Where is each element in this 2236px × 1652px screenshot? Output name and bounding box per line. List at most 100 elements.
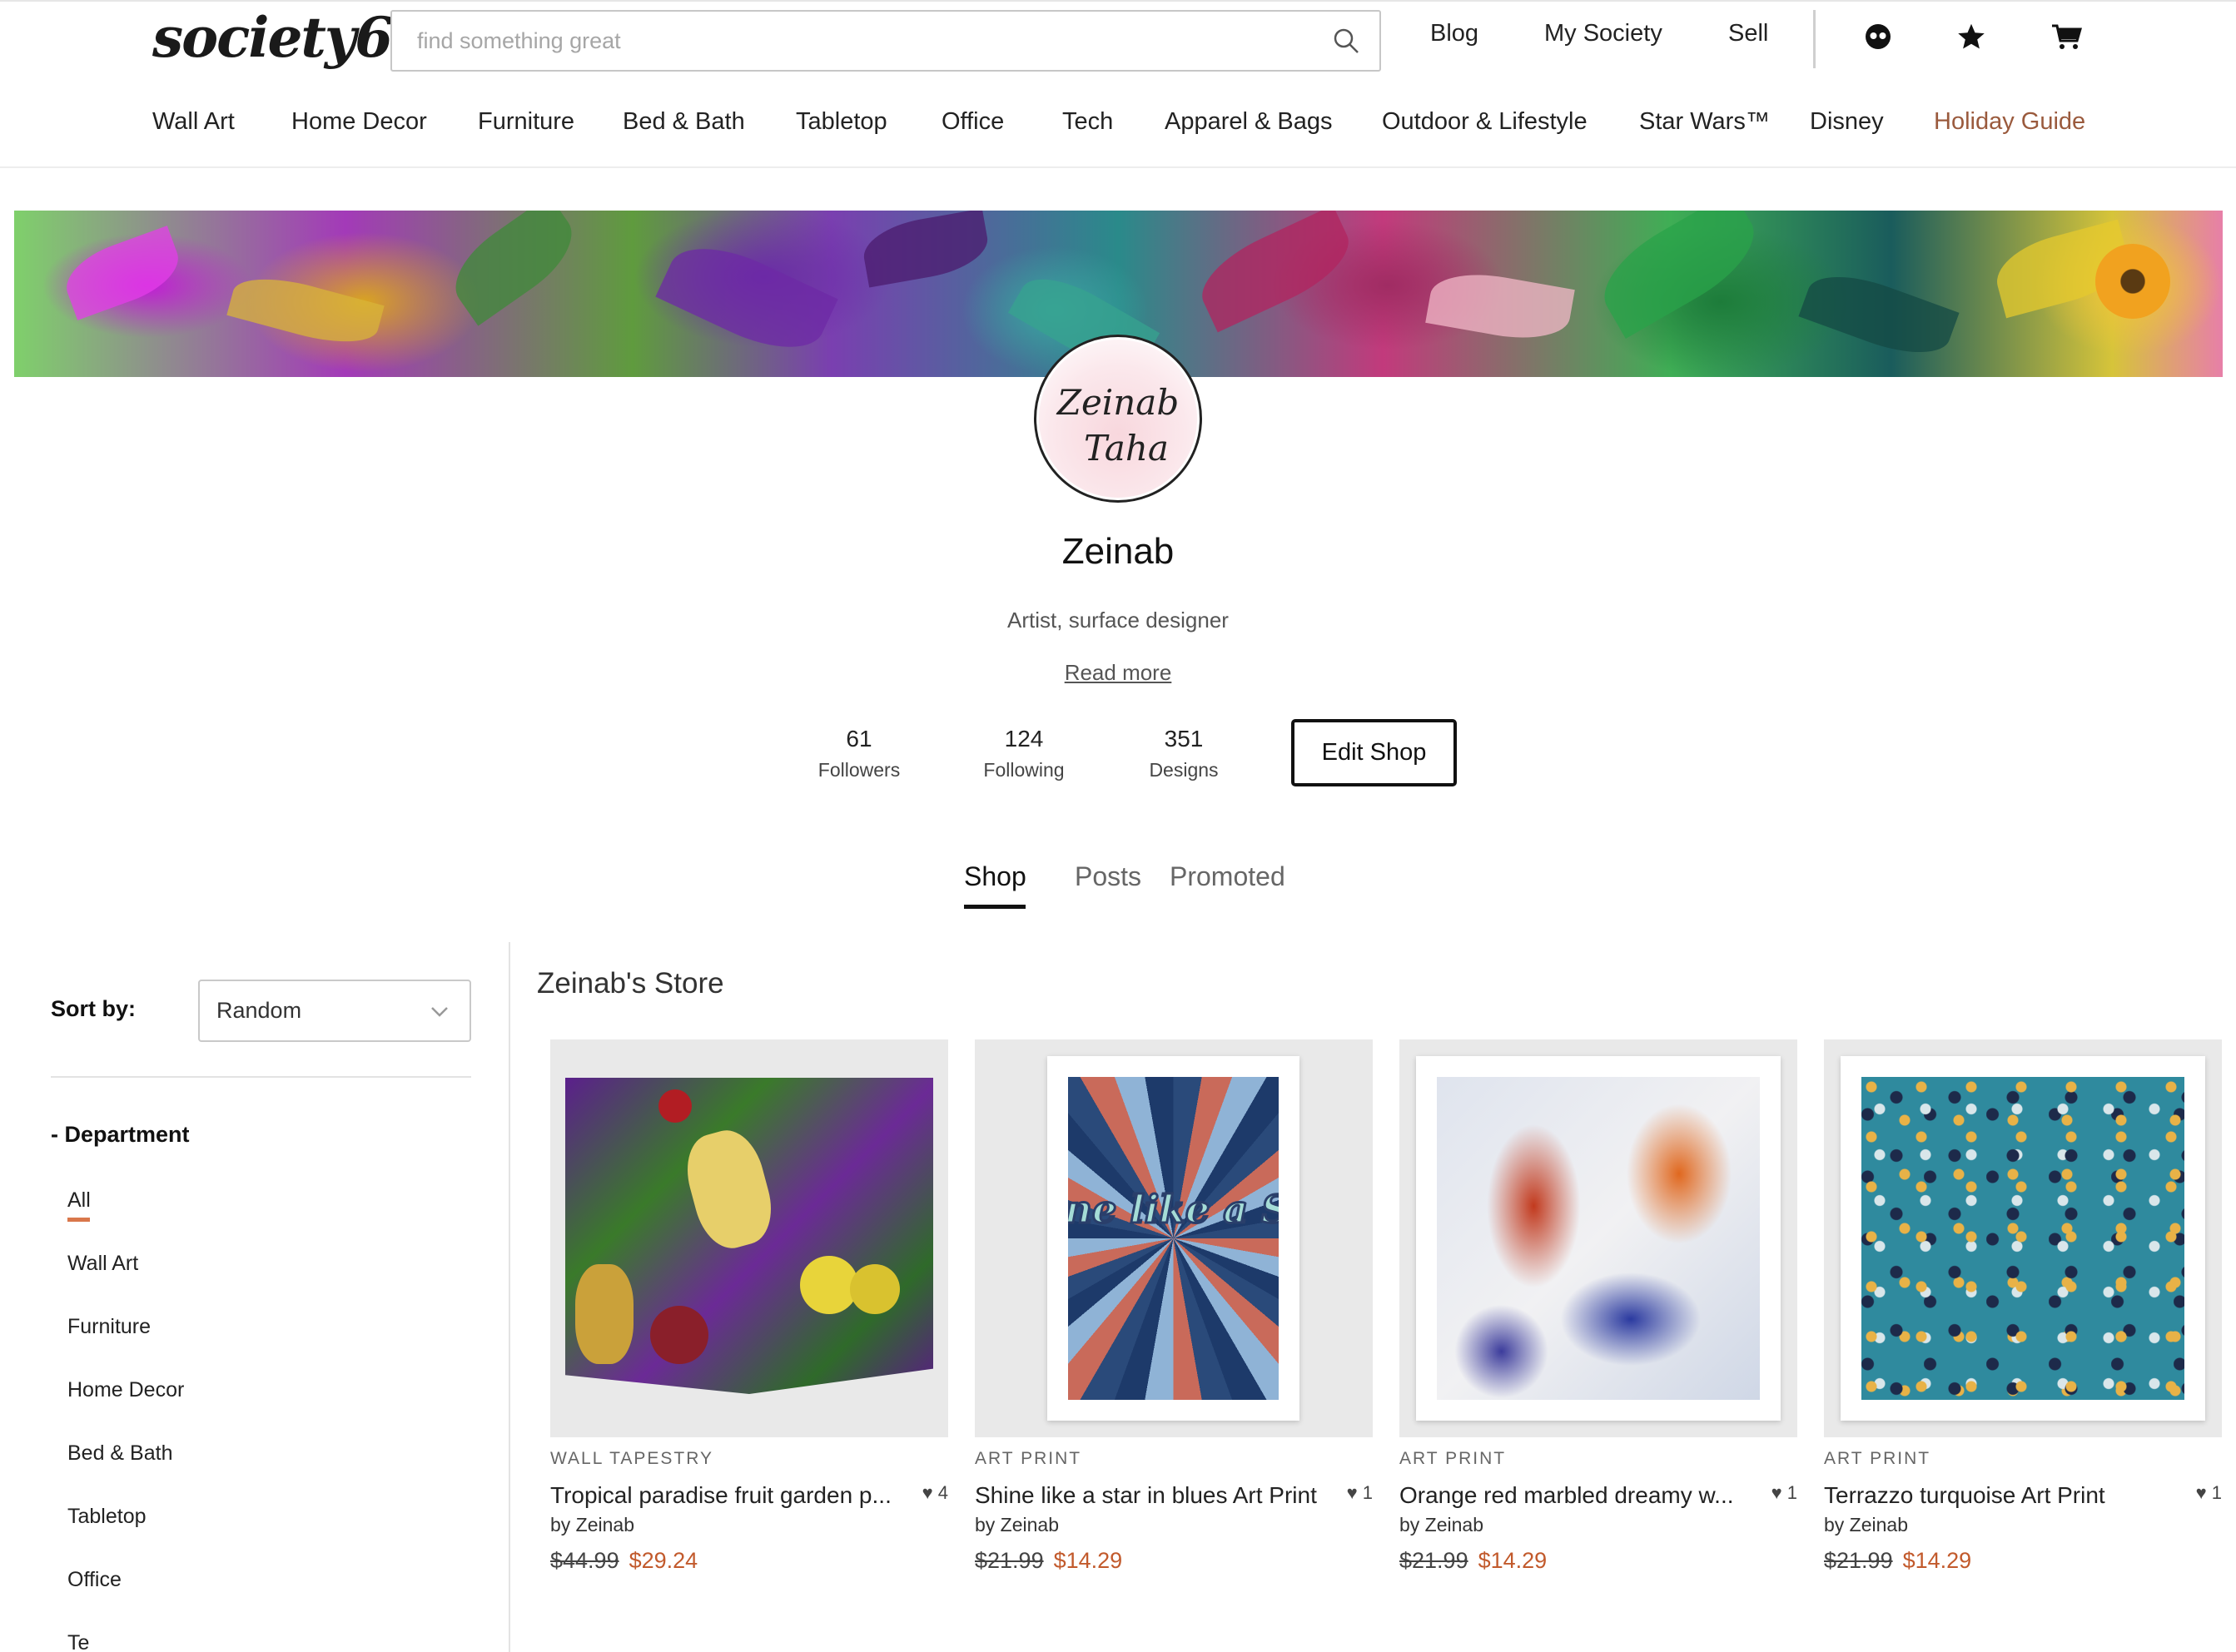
like-count-value: 1 bbox=[2211, 1482, 2222, 1503]
product-card[interactable]: WALL TAPESTRY Tropical paradise fruit ga… bbox=[550, 1039, 948, 1574]
like-count-value: 1 bbox=[1786, 1482, 1797, 1503]
product-category: ART PRINT bbox=[1399, 1449, 1507, 1468]
sort-select[interactable]: Random bbox=[198, 980, 471, 1042]
product-title[interactable]: Tropical paradise fruit garden p... bbox=[550, 1482, 892, 1509]
site-header: society6 Blog My Society Sell Wall Art H… bbox=[0, 0, 2236, 168]
stat-value: 61 bbox=[846, 726, 872, 752]
tab-shop[interactable]: Shop bbox=[964, 861, 1026, 892]
stat-value: 351 bbox=[1164, 726, 1204, 752]
product-artist[interactable]: by Zeinab bbox=[1824, 1514, 2222, 1536]
star-icon[interactable] bbox=[1955, 20, 1988, 53]
avatar-image: Zeinab Taha bbox=[1039, 340, 1197, 498]
product-title[interactable]: Terrazzo turquoise Art Print bbox=[1824, 1482, 2105, 1509]
product-title[interactable]: Orange red marbled dreamy w... bbox=[1399, 1482, 1734, 1509]
like-count[interactable]: ♥ 4 bbox=[922, 1482, 948, 1509]
nav-home-decor[interactable]: Home Decor bbox=[291, 108, 427, 136]
stat-label: Following bbox=[983, 759, 1065, 781]
product-image[interactable]: Shine like a Star bbox=[975, 1039, 1373, 1437]
nav-bed-bath[interactable]: Bed & Bath bbox=[623, 108, 745, 136]
original-price: $44.99 bbox=[550, 1548, 619, 1573]
nav-wall-art[interactable]: Wall Art bbox=[152, 108, 235, 136]
sell-link[interactable]: Sell bbox=[1728, 20, 1768, 47]
search-icon[interactable] bbox=[1313, 12, 1379, 70]
product-image[interactable] bbox=[1399, 1039, 1797, 1437]
sale-price: $14.29 bbox=[1478, 1548, 1548, 1573]
product-card[interactable]: ART PRINT Terrazzo turquoise Art Print ♥… bbox=[1824, 1039, 2222, 1574]
blog-link[interactable]: Blog bbox=[1430, 20, 1478, 47]
sale-price: $14.29 bbox=[1053, 1548, 1123, 1573]
nav-furniture[interactable]: Furniture bbox=[478, 108, 574, 136]
heart-icon: ♥ bbox=[1771, 1482, 1782, 1503]
nav-tech[interactable]: Tech bbox=[1062, 108, 1113, 136]
nav-outdoor-lifestyle[interactable]: Outdoor & Lifestyle bbox=[1382, 108, 1588, 136]
cart-icon[interactable] bbox=[2050, 20, 2083, 53]
department-item-wall-art[interactable]: Wall Art bbox=[67, 1252, 138, 1276]
tab-posts[interactable]: Posts bbox=[1075, 861, 1141, 892]
product-artist[interactable]: by Zeinab bbox=[975, 1514, 1373, 1536]
product-artist[interactable]: by Zeinab bbox=[550, 1514, 948, 1536]
sidebar-divider bbox=[509, 942, 510, 1652]
edit-shop-button[interactable]: Edit Shop bbox=[1291, 719, 1457, 786]
product-artist[interactable]: by Zeinab bbox=[1399, 1514, 1797, 1536]
stat-label: Designs bbox=[1149, 759, 1219, 781]
sidebar-separator bbox=[51, 1076, 471, 1078]
site-logo[interactable]: society6 bbox=[152, 5, 393, 70]
heart-icon: ♥ bbox=[922, 1482, 933, 1503]
original-price: $21.99 bbox=[1399, 1548, 1468, 1573]
department-item-home-decor[interactable]: Home Decor bbox=[67, 1378, 184, 1402]
department-item-tabletop[interactable]: Tabletop bbox=[67, 1505, 147, 1529]
nav-tabletop[interactable]: Tabletop bbox=[796, 108, 887, 136]
read-more-link[interactable]: Read more bbox=[1065, 660, 1172, 685]
product-card[interactable]: ART PRINT Orange red marbled dreamy w...… bbox=[1399, 1039, 1797, 1574]
store-title: Zeinab's Store bbox=[537, 967, 724, 1000]
tab-promoted[interactable]: Promoted bbox=[1170, 861, 1285, 892]
original-price: $21.99 bbox=[975, 1548, 1044, 1573]
avatar-text-1: Zeinab bbox=[1056, 382, 1179, 423]
nav-star-wars[interactable]: Star Wars™ bbox=[1639, 108, 1770, 136]
avatar-text-2: Taha bbox=[1084, 428, 1169, 469]
department-item-bed-bath[interactable]: Bed & Bath bbox=[67, 1441, 172, 1466]
stat-designs[interactable]: 351 Designs bbox=[1125, 726, 1242, 781]
product-image[interactable] bbox=[1824, 1039, 2222, 1437]
profile-name: Zeinab bbox=[1061, 531, 1175, 572]
sale-price: $14.29 bbox=[1902, 1548, 1972, 1573]
stat-following[interactable]: 124 Following bbox=[966, 726, 1082, 781]
product-card[interactable]: Shine like a Star ART PRINT Shine like a… bbox=[975, 1039, 1373, 1574]
nav-office[interactable]: Office bbox=[942, 108, 1004, 136]
product-category: ART PRINT bbox=[1824, 1449, 1931, 1468]
original-price: $21.99 bbox=[1824, 1548, 1893, 1573]
heart-icon: ♥ bbox=[2195, 1482, 2207, 1503]
profile-bio: Artist, surface designer bbox=[1007, 608, 1229, 633]
art-print-text: Shine like a Star bbox=[1068, 1187, 1279, 1232]
sale-price: $29.24 bbox=[629, 1548, 698, 1573]
department-item-furniture[interactable]: Furniture bbox=[67, 1315, 151, 1339]
stat-value: 124 bbox=[1004, 726, 1044, 752]
search-input[interactable] bbox=[392, 12, 1313, 70]
search-bar bbox=[390, 10, 1381, 72]
product-category: ART PRINT bbox=[975, 1449, 1082, 1468]
department-heading[interactable]: - Department bbox=[51, 1122, 190, 1148]
nav-holiday-guide[interactable]: Holiday Guide bbox=[1934, 108, 2085, 136]
nav-apparel-bags[interactable]: Apparel & Bags bbox=[1165, 108, 1333, 136]
read-more-wrap: Read more bbox=[0, 660, 2236, 686]
product-image[interactable] bbox=[550, 1039, 948, 1437]
like-count[interactable]: ♥ 1 bbox=[1347, 1482, 1373, 1509]
stat-label: Followers bbox=[817, 759, 901, 781]
department-item-tech[interactable]: Te bbox=[67, 1631, 89, 1652]
my-society-link[interactable]: My Society bbox=[1544, 20, 1662, 47]
stat-followers[interactable]: 61 Followers bbox=[801, 726, 917, 781]
like-count[interactable]: ♥ 1 bbox=[2196, 1482, 2222, 1509]
like-count-value: 1 bbox=[1362, 1482, 1373, 1503]
heart-icon: ♥ bbox=[1346, 1482, 1358, 1503]
header-divider bbox=[1813, 10, 1816, 68]
like-count[interactable]: ♥ 1 bbox=[1771, 1482, 1797, 1509]
sort-value: Random bbox=[216, 998, 302, 1023]
active-department-indicator bbox=[67, 1218, 90, 1222]
avatar[interactable]: Zeinab Taha bbox=[1034, 335, 1202, 503]
department-item-all[interactable]: All bbox=[67, 1188, 91, 1213]
profile-icon[interactable] bbox=[1861, 20, 1895, 53]
active-tab-indicator bbox=[964, 905, 1026, 909]
product-title[interactable]: Shine like a star in blues Art Print bbox=[975, 1482, 1317, 1509]
department-item-office[interactable]: Office bbox=[67, 1568, 122, 1592]
nav-disney[interactable]: Disney bbox=[1810, 108, 1884, 136]
